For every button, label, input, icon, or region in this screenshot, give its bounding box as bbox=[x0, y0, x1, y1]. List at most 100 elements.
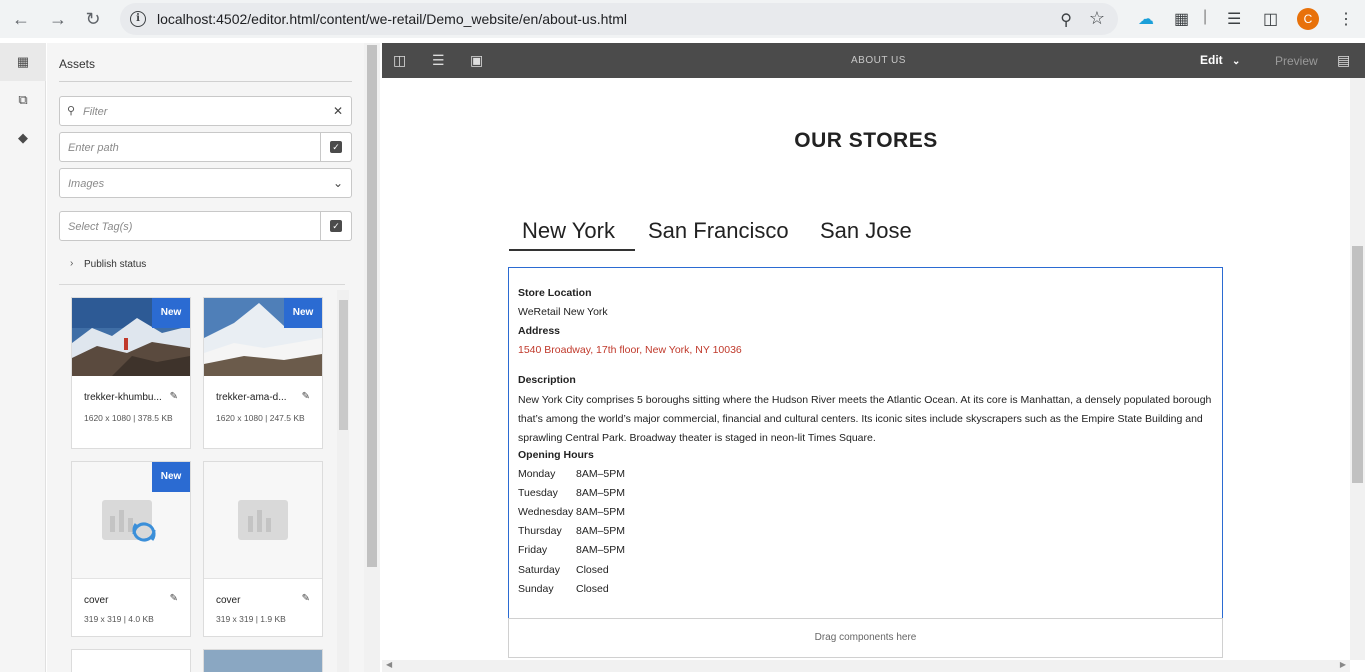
hours-row: Sunday Closed bbox=[518, 583, 718, 602]
asset-type-value: Images bbox=[68, 178, 105, 190]
hours-day: Monday bbox=[518, 468, 556, 480]
asset-card[interactable]: New trekker-khumbu... ✎ 1620 x 1080 | 37… bbox=[71, 297, 191, 449]
hours-day: Wednesday bbox=[518, 506, 574, 518]
clear-icon[interactable]: ✕ bbox=[333, 104, 343, 118]
edit-pencil-icon[interactable]: ✎ bbox=[170, 391, 178, 402]
hours-time: 8AM–5PM bbox=[576, 468, 626, 480]
publish-status-label: Publish status bbox=[84, 259, 147, 270]
hours-row: Wednesday 8AM–5PM bbox=[518, 506, 718, 525]
toggle-side-panel-icon[interactable]: ◫ bbox=[393, 52, 406, 69]
assets-finder-icon[interactable]: ▦ bbox=[15, 54, 31, 70]
asset-meta: 319 x 319 | 4.0 KB bbox=[84, 614, 154, 624]
media-control-icon[interactable]: ☰ bbox=[1227, 9, 1241, 29]
assets-title: Assets bbox=[59, 57, 96, 71]
address-bar[interactable]: i localhost:4502/editor.html/content/we-… bbox=[120, 3, 1118, 35]
filter-input[interactable]: ⚲ Filter ✕ bbox=[59, 96, 352, 126]
new-badge: New bbox=[284, 298, 322, 328]
reload-icon[interactable]: ↻ bbox=[82, 8, 104, 30]
preview-button[interactable]: Preview bbox=[1275, 54, 1318, 68]
asset-name: trekker-khumbu... bbox=[84, 392, 162, 403]
side-panel-icon[interactable]: ◫ bbox=[1263, 9, 1278, 29]
side-rail: ▦ ⧉ ◆ bbox=[0, 43, 46, 672]
store-details-panel[interactable]: Store Location WeRetail New York Address… bbox=[508, 267, 1223, 619]
asset-name: cover bbox=[216, 595, 241, 606]
edit-pencil-icon[interactable]: ✎ bbox=[302, 391, 310, 402]
page-properties-icon[interactable]: ☰ bbox=[432, 52, 445, 69]
tags-picker-button[interactable]: ✓ bbox=[320, 211, 352, 241]
asset-card[interactable]: New trekker-ama-d... ✎ 1620 x 1080 | 247… bbox=[203, 297, 323, 449]
asset-list-scrollbar[interactable] bbox=[337, 290, 349, 672]
asset-card-list: New trekker-khumbu... ✎ 1620 x 1080 | 37… bbox=[59, 284, 345, 672]
asset-name: cover bbox=[84, 595, 109, 606]
horizontal-scrollbar[interactable]: ◀ ▶ bbox=[382, 660, 1350, 672]
page-scrollbar[interactable] bbox=[1350, 78, 1365, 660]
path-placeholder: Enter path bbox=[68, 142, 119, 154]
zoom-icon[interactable]: ⚲ bbox=[1060, 10, 1072, 30]
asset-card[interactable]: New cover ✎ 319 x 319 | 4.0 KB bbox=[71, 461, 191, 637]
chrome-menu-icon[interactable]: ⋮ bbox=[1338, 9, 1354, 29]
cloud-extension-icon[interactable]: ☁ bbox=[1138, 9, 1154, 29]
scroll-right-icon[interactable]: ▶ bbox=[1340, 660, 1346, 669]
tab-san-jose[interactable]: San Jose bbox=[820, 218, 912, 244]
chevron-down-icon: ⌄ bbox=[1232, 56, 1241, 67]
tags-placeholder: Select Tag(s) bbox=[68, 221, 133, 233]
scroll-thumb[interactable] bbox=[339, 300, 348, 430]
hours-time: 8AM–5PM bbox=[576, 506, 626, 518]
profile-avatar[interactable]: C bbox=[1297, 8, 1319, 30]
hours-time: Closed bbox=[576, 583, 609, 595]
store-location-label: Store Location bbox=[518, 287, 592, 299]
address-label: Address bbox=[518, 325, 561, 337]
content-tree-icon[interactable]: ◆ bbox=[15, 130, 31, 146]
checkbox-icon: ✓ bbox=[330, 141, 342, 153]
chevron-down-icon: ⌄ bbox=[332, 176, 343, 190]
hours-row: Thursday 8AM–5PM bbox=[518, 525, 718, 544]
path-browse-button[interactable]: ✓ bbox=[320, 132, 352, 162]
asset-type-select[interactable]: Images ⌄ bbox=[59, 168, 352, 198]
checkbox-icon: ✓ bbox=[330, 220, 342, 232]
hours-time: Closed bbox=[576, 564, 609, 576]
filter-placeholder: Filter bbox=[83, 106, 108, 118]
tab-san-francisco[interactable]: San Francisco bbox=[648, 218, 789, 244]
panel-scrollbar[interactable] bbox=[364, 43, 380, 672]
components-icon[interactable]: ⧉ bbox=[15, 92, 31, 108]
annotations-icon[interactable]: ▤ bbox=[1337, 52, 1350, 69]
description-text: New York City comprises 5 boroughs sitti… bbox=[518, 394, 1212, 444]
hours-day: Saturday bbox=[518, 564, 561, 576]
scroll-thumb[interactable] bbox=[1352, 246, 1363, 483]
back-icon[interactable]: ← bbox=[10, 8, 32, 30]
hours-time: 8AM–5PM bbox=[576, 487, 626, 499]
asset-card[interactable]: cover ✎ 319 x 319 | 1.9 KB bbox=[203, 461, 323, 637]
edit-pencil-icon[interactable]: ✎ bbox=[170, 593, 178, 604]
edit-pencil-icon[interactable]: ✎ bbox=[302, 593, 310, 604]
scroll-thumb[interactable] bbox=[367, 45, 377, 567]
scroll-left-icon[interactable]: ◀ bbox=[386, 660, 392, 669]
site-info-icon[interactable]: i bbox=[130, 11, 146, 27]
path-input[interactable]: Enter path ✓ bbox=[59, 132, 352, 162]
separator: | bbox=[1203, 8, 1208, 25]
assets-panel: Assets ⚲ Filter ✕ Enter path ✓ Images ⌄ … bbox=[47, 43, 365, 672]
drag-components-dropzone[interactable]: Drag components here bbox=[508, 618, 1223, 658]
asset-meta: 1620 x 1080 | 247.5 KB bbox=[216, 413, 305, 423]
extensions-puzzle-icon[interactable]: ▦ bbox=[1174, 9, 1189, 29]
hours-time: 8AM–5PM bbox=[576, 544, 626, 556]
url-text[interactable]: localhost:4502/editor.html/content/we-re… bbox=[157, 11, 627, 27]
asset-card[interactable] bbox=[203, 649, 323, 672]
mode-selector[interactable]: Edit ⌄ bbox=[1200, 53, 1240, 67]
browser-toolbar: ← → ↻ i localhost:4502/editor.html/conte… bbox=[0, 0, 1365, 38]
page-heading: OUR STORES bbox=[794, 129, 938, 152]
page-canvas: OUR STORES New York San Francisco San Jo… bbox=[382, 78, 1350, 660]
asset-card[interactable] bbox=[71, 649, 191, 672]
opening-hours-label: Opening Hours bbox=[518, 449, 594, 461]
emulator-icon[interactable]: ▣ bbox=[470, 52, 483, 69]
forward-icon[interactable]: → bbox=[47, 8, 69, 30]
tags-input[interactable]: Select Tag(s) ✓ bbox=[59, 211, 352, 241]
chevron-right-icon: › bbox=[70, 258, 74, 269]
tab-new-york[interactable]: New York bbox=[522, 218, 615, 244]
active-tab-indicator bbox=[509, 249, 635, 251]
address-value[interactable]: 1540 Broadway, 17th floor, New York, NY … bbox=[518, 344, 742, 356]
bookmark-star-icon[interactable]: ☆ bbox=[1089, 8, 1105, 29]
hours-row: Saturday Closed bbox=[518, 564, 718, 583]
search-icon: ⚲ bbox=[67, 105, 76, 117]
editor-toolbar: ◫ ☰ ▣ ABOUT US Edit ⌄ Preview ▤ bbox=[382, 43, 1365, 78]
asset-thumbnail bbox=[204, 462, 322, 579]
